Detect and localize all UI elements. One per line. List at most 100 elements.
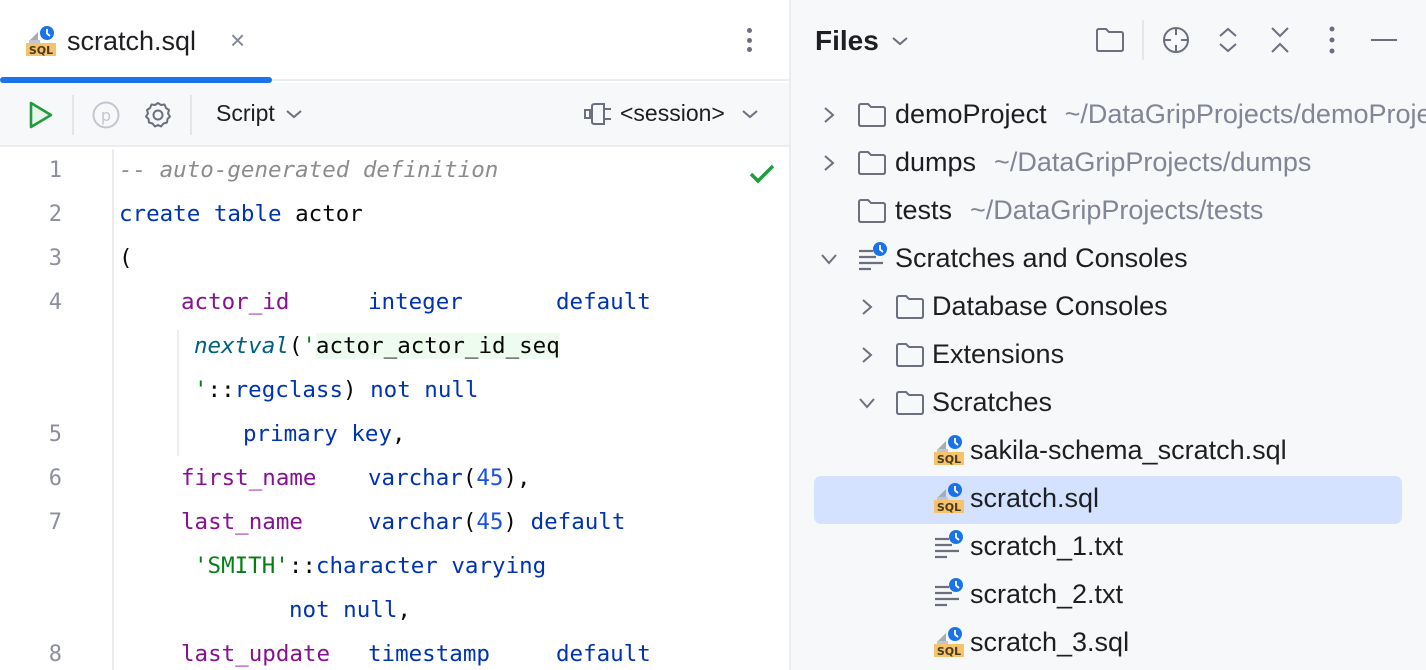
toolbar-separator	[72, 95, 74, 135]
keyword: primary key	[243, 421, 393, 447]
svg-text:p: p	[101, 106, 111, 125]
paren: (	[288, 333, 303, 359]
paren: )	[343, 377, 357, 403]
line-number: 4	[48, 290, 62, 315]
string-quote: '	[194, 377, 208, 403]
code-line-6: first_name	[181, 465, 316, 491]
type: varchar	[368, 465, 463, 491]
keyword: not null	[289, 597, 398, 623]
code-line-5: primary key,	[243, 421, 406, 447]
tree-item-label: Scratches	[932, 387, 1052, 418]
plug-icon	[584, 102, 611, 125]
close-tab-icon[interactable]: ×	[230, 27, 245, 53]
comma: ,	[392, 421, 406, 447]
chevron-right-icon[interactable]	[819, 153, 839, 173]
more-options-icon[interactable]	[1314, 22, 1350, 58]
tree-item[interactable]: Scratches and Consoles	[791, 236, 1426, 282]
type: timestamp	[368, 641, 490, 667]
parameters-button[interactable]: p	[88, 97, 124, 133]
column-name: last_name	[181, 509, 303, 535]
chevron-right-icon[interactable]	[819, 105, 839, 125]
item-name: Database Consoles	[932, 291, 1168, 321]
tab-scratch-sql[interactable]: SQL scratch.sql ×	[0, 0, 272, 83]
script-mode-dropdown[interactable]: Script	[216, 100, 303, 127]
minimize-icon[interactable]	[1366, 22, 1402, 58]
cast-operator: ::	[288, 553, 316, 579]
sql-scratch-file-icon: SQL	[933, 626, 965, 663]
session-label: <session>	[620, 100, 725, 126]
svg-text:SQL: SQL	[29, 44, 53, 57]
expand-all-icon[interactable]	[1210, 22, 1246, 58]
code-line-7-wrap-1: 'SMITH'::character varying	[194, 553, 546, 579]
code-editor[interactable]: 1 2 3 4 5 6 7 8 -- auto-generated defini…	[0, 149, 789, 670]
tree-item[interactable]: Scratches	[791, 380, 1426, 426]
tree-item[interactable]: scratch_1.txt	[791, 524, 1426, 570]
chevron-down-icon[interactable]	[819, 249, 839, 269]
scratches-icon	[857, 241, 889, 278]
tab-label: scratch.sql	[67, 26, 197, 56]
item-path: ~/DataGripProjects/dumps	[994, 147, 1312, 177]
code-line-8-type: timestamp	[368, 641, 490, 667]
collapse-all-icon[interactable]	[1262, 22, 1298, 58]
settings-button[interactable]	[140, 97, 176, 133]
item-name: scratch_1.txt	[970, 531, 1124, 561]
files-tool-window: Files demoProject ~/DataGripProjects/demo…	[791, 0, 1426, 670]
gear-icon	[145, 102, 171, 128]
line-number: 6	[48, 466, 62, 491]
folder-icon	[895, 390, 925, 421]
sql-scratch-file-icon: SQL	[25, 25, 57, 62]
text-scratch-file-icon	[933, 577, 965, 614]
tree-item[interactable]: SQL scratch_3.sql	[791, 620, 1426, 666]
comment: -- auto-generated definition	[119, 157, 499, 183]
sql-scratch-file-icon: SQL	[933, 434, 965, 471]
string-quote: '	[302, 333, 316, 359]
tree-item[interactable]: demoProject ~/DataGripProjects/demoProjec…	[791, 92, 1426, 138]
indent-guide	[177, 330, 179, 456]
string-literal: 'SMITH'	[194, 553, 289, 579]
tree-item[interactable]: SQL scratch.sql	[791, 476, 1426, 524]
keyword: not null	[370, 377, 479, 403]
type: regclass	[234, 377, 344, 403]
tree-item[interactable]: dumps ~/DataGripProjects/dumps	[791, 140, 1426, 186]
code-line-8: last_update	[181, 641, 330, 667]
tree-item-label: scratch_3.sql	[970, 627, 1129, 658]
item-name: Scratches	[932, 387, 1053, 417]
tree-item[interactable]: scratch_2.txt	[791, 572, 1426, 618]
tree-item-label: dumps ~/DataGripProjects/dumps	[895, 147, 1311, 178]
folder-icon[interactable]	[1092, 22, 1128, 58]
chevron-down-icon	[742, 109, 758, 118]
type: character varying	[315, 553, 547, 579]
code-line-1: -- auto-generated definition	[119, 157, 498, 183]
tree-item[interactable]: Extensions	[791, 332, 1426, 378]
identifier: actor	[281, 201, 363, 227]
tree-item[interactable]: Database Consoles	[791, 284, 1426, 330]
paren: (	[462, 509, 477, 535]
folder-icon	[857, 150, 887, 181]
item-name: dumps	[895, 147, 977, 177]
chevron-right-icon[interactable]	[857, 297, 877, 317]
number: 45	[476, 465, 504, 491]
chevron-down-icon	[892, 37, 908, 46]
tree-item[interactable]: tests ~/DataGripProjects/tests	[791, 188, 1426, 234]
code-line-4-wrap-2: '::regclass) not null	[194, 377, 478, 403]
session-dropdown[interactable]: <session>	[584, 100, 759, 127]
chevron-down-icon[interactable]	[857, 393, 877, 413]
line-number: 7	[48, 510, 62, 535]
files-view-dropdown[interactable]: Files	[815, 25, 909, 57]
locate-icon[interactable]	[1158, 22, 1194, 58]
run-button[interactable]	[22, 97, 58, 133]
item-name: scratch_3.sql	[970, 627, 1130, 657]
tab-more-options-icon[interactable]	[739, 25, 759, 55]
chevron-right-icon[interactable]	[857, 345, 877, 365]
tree-item-label: Extensions	[932, 339, 1064, 370]
folder-icon	[895, 342, 925, 373]
keyword: default	[530, 509, 626, 535]
code-line-3: (	[119, 245, 133, 271]
tree-item-label: scratch_1.txt	[970, 531, 1123, 562]
tree-item[interactable]: SQL sakila-schema_scratch.sql	[791, 428, 1426, 474]
tree-item-label: scratch.sql	[970, 483, 1099, 514]
type: integer	[368, 289, 463, 315]
cast-operator: ::	[207, 377, 235, 403]
line-number: 1	[48, 158, 62, 183]
code-line-4-type: integer	[368, 289, 463, 315]
